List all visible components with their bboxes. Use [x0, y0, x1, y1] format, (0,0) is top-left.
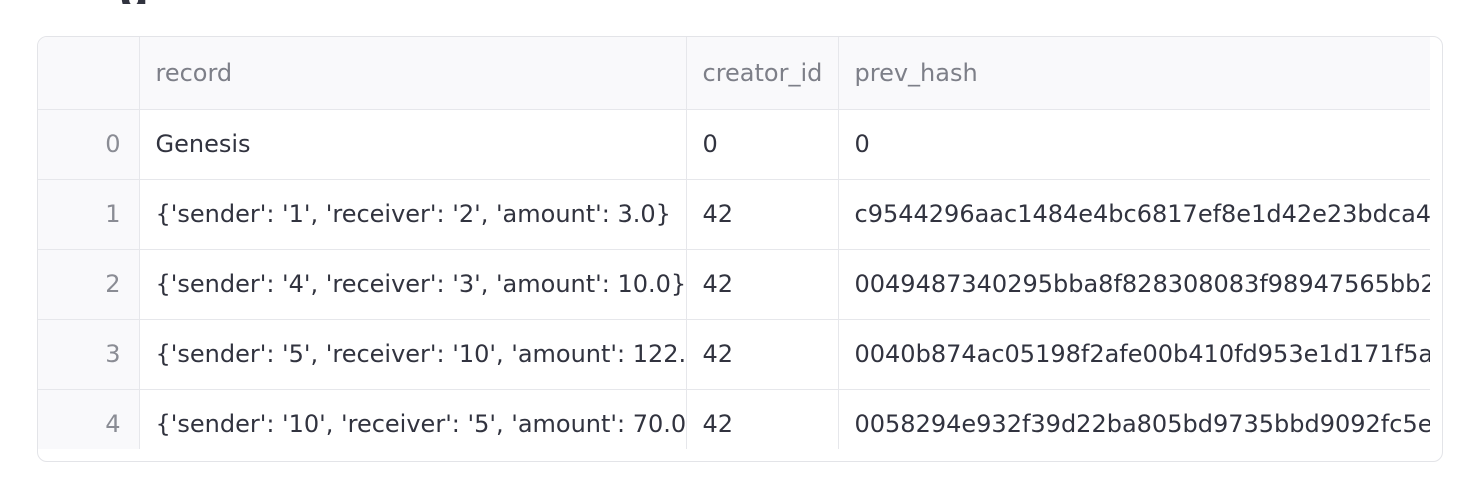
creator-id-cell[interactable]: 42 — [686, 389, 839, 449]
record-cell[interactable]: {'sender': '5', 'receiver': '10', 'amoun… — [139, 319, 687, 390]
dataframe-table: record creator_id prev_hash 0 Genesis 0 … — [38, 37, 1430, 449]
column-header-record[interactable]: record — [139, 37, 687, 110]
creator-id-cell[interactable]: 42 — [686, 249, 839, 320]
row-index-cell: 2 — [38, 249, 140, 320]
creator-id-cell[interactable]: 0 — [686, 109, 839, 180]
prev-hash-cell[interactable]: c9544296aac1484e4bc6817ef8e1d42e23bdca45… — [838, 179, 1430, 250]
table-row: 2 {'sender': '4', 'receiver': '3', 'amou… — [38, 249, 1430, 320]
prev-hash-cell[interactable]: 0040b874ac05198f2afe00b410fd953e1d171f5a… — [838, 319, 1430, 390]
row-index-cell: 3 — [38, 319, 140, 390]
table-row: 3 {'sender': '5', 'receiver': '10', 'amo… — [38, 319, 1430, 390]
dataframe-container: record creator_id prev_hash 0 Genesis 0 … — [37, 36, 1443, 462]
record-cell[interactable]: {'sender': '4', 'receiver': '3', 'amount… — [139, 249, 687, 320]
index-column-header — [38, 37, 140, 110]
table-row: 4 {'sender': '10', 'receiver': '5', 'amo… — [38, 389, 1430, 449]
column-header-creator-id[interactable]: creator_id — [686, 37, 839, 110]
page-heading-fragment: g — [120, 0, 149, 4]
record-cell[interactable]: {'sender': '1', 'receiver': '2', 'amount… — [139, 179, 687, 250]
prev-hash-cell[interactable]: 0058294e932f39d22ba805bd9735bbd9092fc5ea… — [838, 389, 1430, 449]
row-index-cell: 4 — [38, 389, 140, 449]
creator-id-cell[interactable]: 42 — [686, 179, 839, 250]
dataframe-viewport[interactable]: record creator_id prev_hash 0 Genesis 0 … — [38, 37, 1430, 449]
row-index-cell: 0 — [38, 109, 140, 180]
column-header-prev-hash[interactable]: prev_hash — [838, 37, 1430, 110]
prev-hash-cell[interactable]: 0049487340295bba8f828308083f98947565bb26… — [838, 249, 1430, 320]
header-row: record creator_id prev_hash — [38, 37, 1430, 110]
creator-id-cell[interactable]: 42 — [686, 319, 839, 390]
prev-hash-cell[interactable]: 0 — [838, 109, 1430, 180]
row-index-cell: 1 — [38, 179, 140, 250]
page-heading-clip: g — [120, 0, 640, 4]
table-row: 0 Genesis 0 0 — [38, 109, 1430, 180]
record-cell[interactable]: Genesis — [139, 109, 687, 180]
table-row: 1 {'sender': '1', 'receiver': '2', 'amou… — [38, 179, 1430, 250]
record-cell[interactable]: {'sender': '10', 'receiver': '5', 'amoun… — [139, 389, 687, 449]
